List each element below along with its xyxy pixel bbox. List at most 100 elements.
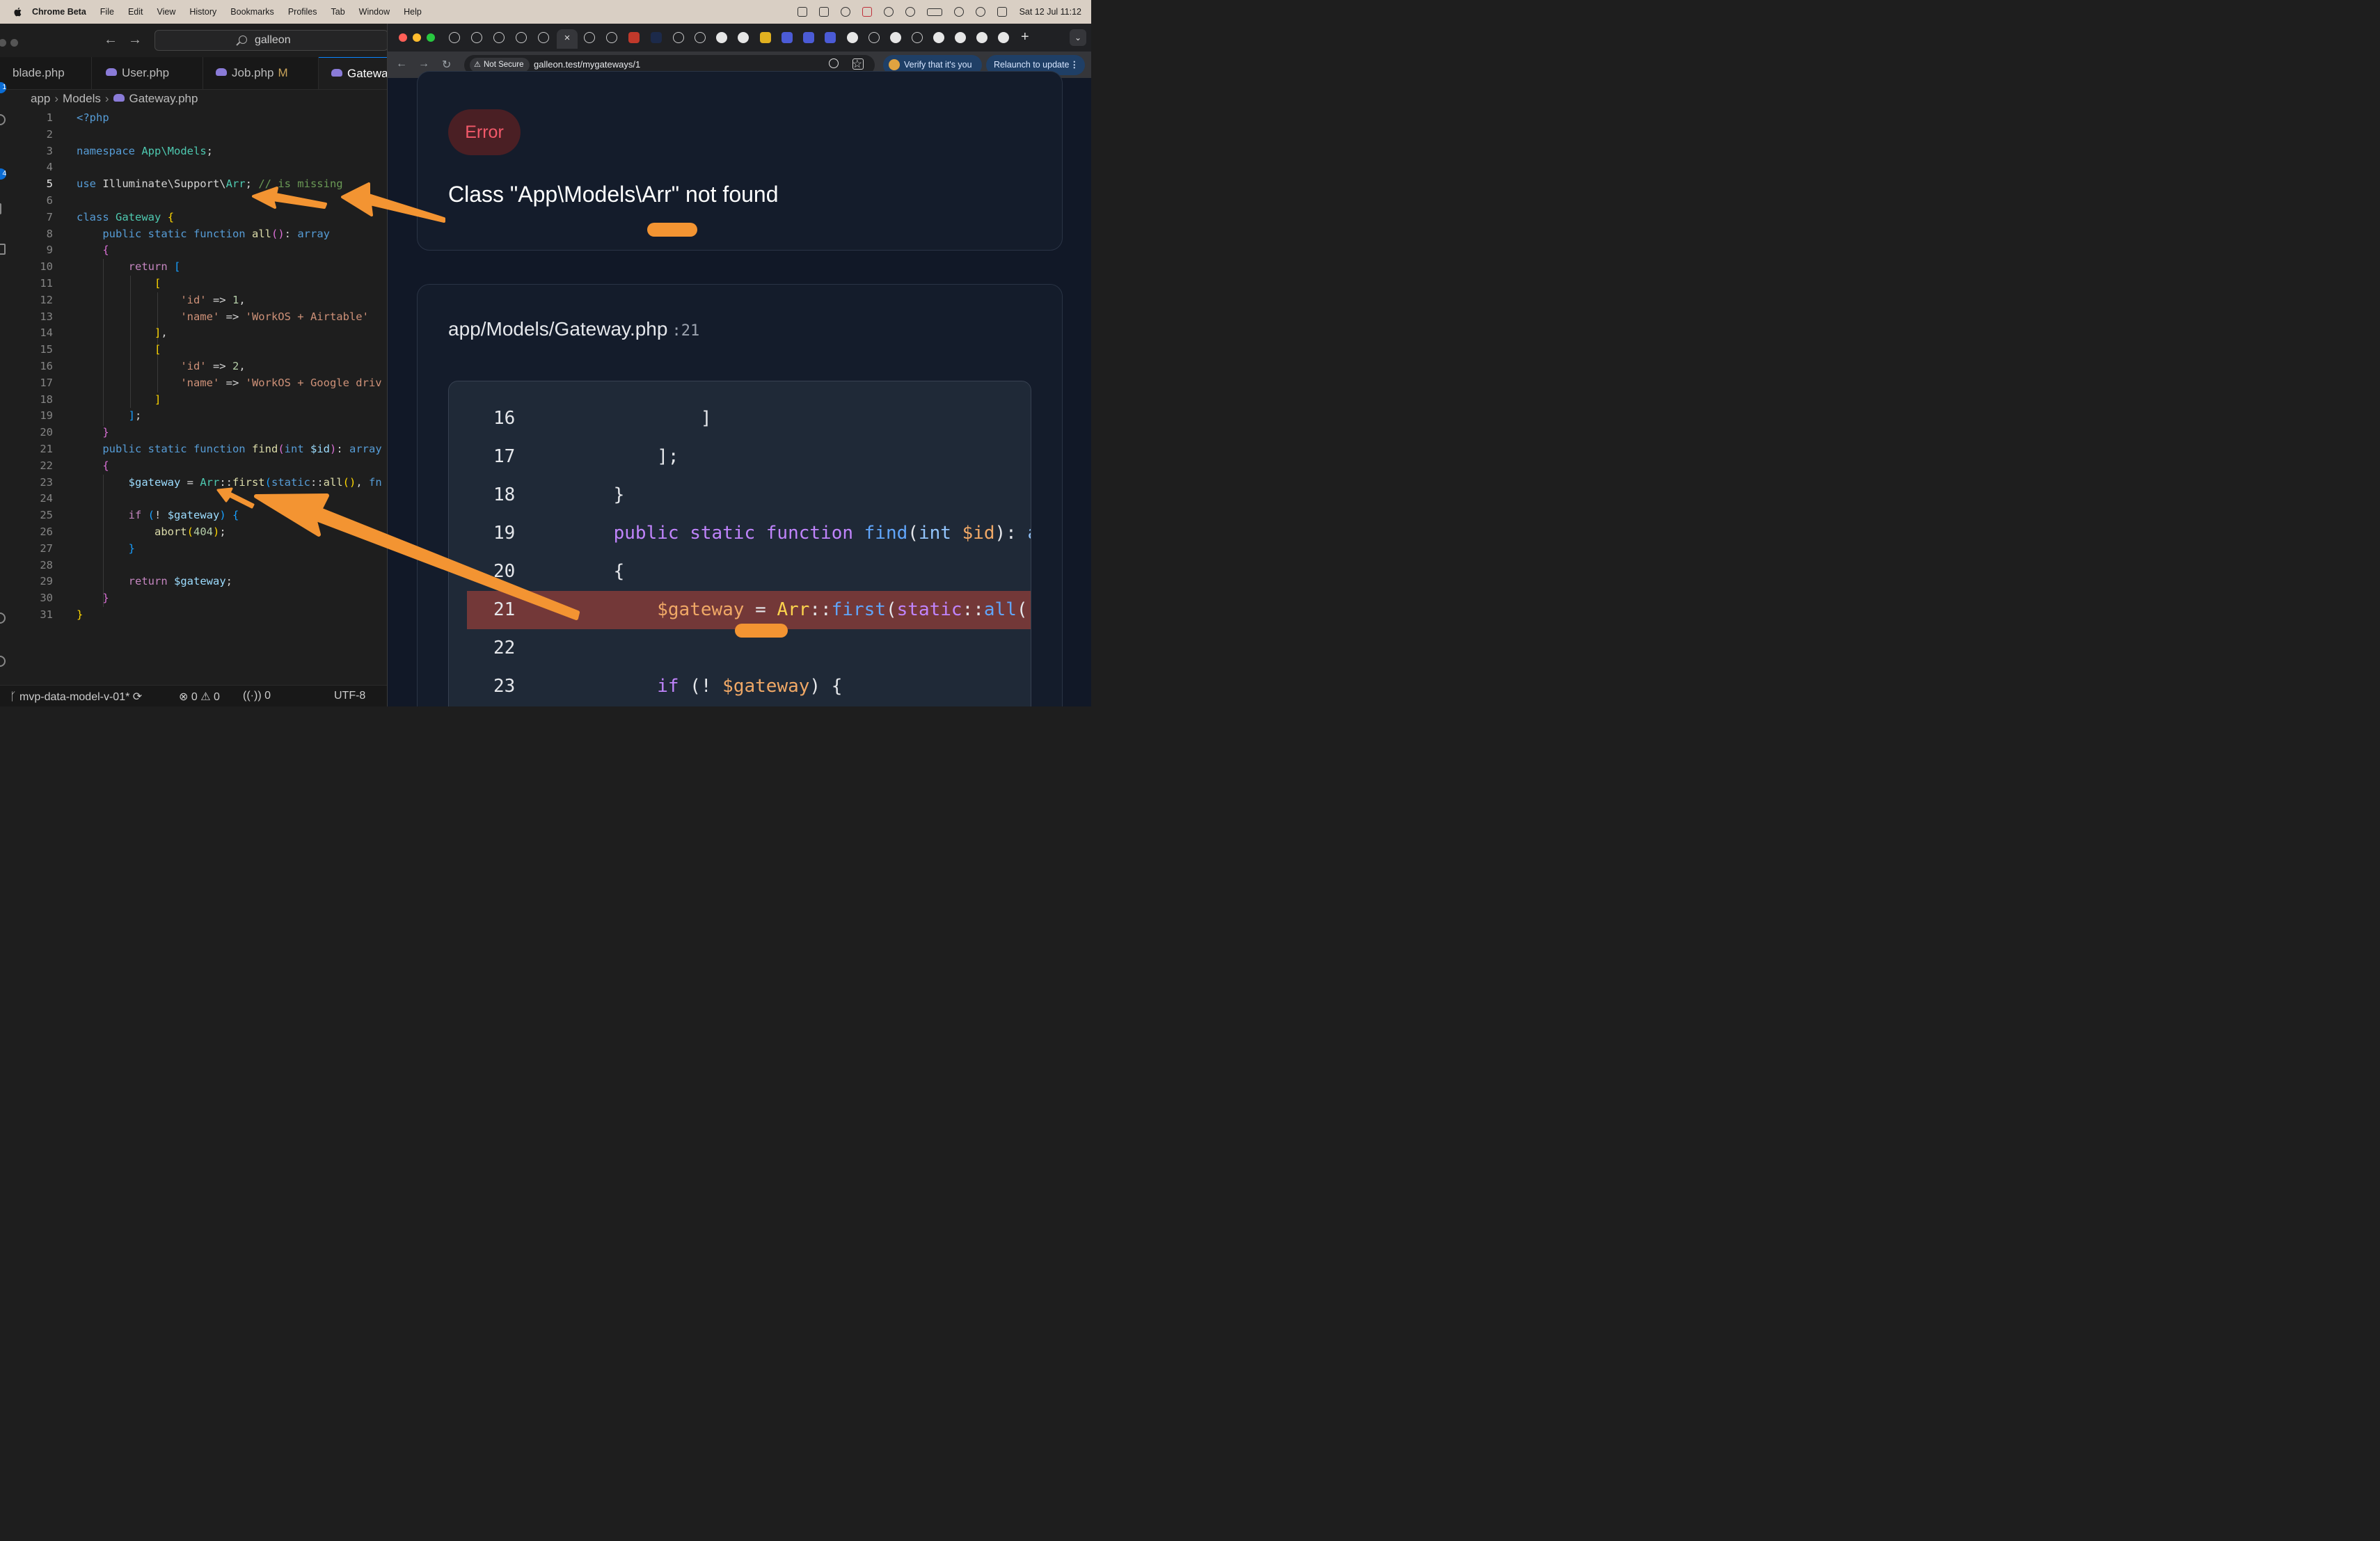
breadcrumb-models[interactable]: Models	[63, 92, 101, 105]
tab-reload-icon[interactable]	[912, 32, 923, 43]
tab-app-icon[interactable]	[782, 32, 793, 43]
problems-indicator[interactable]: ⊗ 0 ⚠ 0	[179, 690, 220, 704]
close-window-button[interactable]	[399, 33, 407, 42]
menu-bar-clock[interactable]: Sat 12 Jul 11:12	[1020, 7, 1081, 17]
snippet-line: 23 if (! $gateway) {	[467, 667, 1031, 706]
menu-tab[interactable]: Tab	[331, 7, 345, 17]
tab-reload-icon[interactable]	[868, 32, 880, 43]
code-line: 2	[0, 127, 387, 143]
snippet-line: 16 ]	[467, 400, 1031, 438]
control-center-icon[interactable]	[997, 7, 1007, 17]
code-line: 22 {	[0, 458, 387, 475]
code-line: 4	[0, 159, 387, 176]
tab-globe-icon[interactable]	[538, 32, 549, 43]
line-number: 9	[46, 244, 53, 257]
tab-github-icon[interactable]	[716, 32, 727, 43]
zoom-window-button[interactable]	[427, 33, 435, 42]
menu-bookmarks[interactable]: Bookmarks	[230, 7, 274, 17]
tab-globe-icon[interactable]	[516, 32, 527, 43]
back-arrow-icon[interactable]: ←	[396, 58, 407, 70]
frame-file-reference[interactable]: app/Models/Gateway.php:21	[448, 318, 699, 340]
menu-window[interactable]: Window	[359, 7, 390, 17]
tab-github-icon[interactable]	[738, 32, 749, 43]
breadcrumb-file[interactable]: Gateway.php	[129, 92, 198, 105]
warning-icon: ⚠	[200, 691, 211, 703]
tab-job-php[interactable]: Job.php M	[203, 57, 319, 89]
tab-laravel-icon[interactable]	[628, 32, 640, 43]
error-count: 0	[191, 691, 198, 703]
back-arrow-icon[interactable]: ←	[104, 32, 118, 48]
minimize-window-button[interactable]	[413, 33, 421, 42]
tab-globe-icon[interactable]	[695, 32, 706, 43]
tab-blade-php[interactable]: blade.php	[0, 57, 92, 89]
tab-github-icon[interactable]	[998, 32, 1009, 43]
tab-github-icon[interactable]	[933, 32, 944, 43]
line-number: 13	[40, 310, 53, 323]
search-icon	[239, 35, 247, 44]
zoom-icon[interactable]	[829, 58, 839, 68]
tab-search-dropdown[interactable]: ⌄	[1070, 29, 1086, 46]
menu-view[interactable]: View	[157, 7, 176, 17]
line-code: {	[102, 459, 109, 472]
dropbox-icon[interactable]	[797, 7, 807, 17]
tab-globe-icon[interactable]	[493, 32, 505, 43]
apple-icon[interactable]	[13, 6, 24, 17]
new-tab-button[interactable]: +	[1021, 29, 1029, 45]
active-tab-close-button[interactable]: ×	[557, 29, 578, 49]
settings-gear-icon[interactable]	[0, 656, 6, 667]
extensions-puzzle-icon[interactable]	[852, 58, 864, 70]
spotlight-search-icon[interactable]	[975, 7, 985, 17]
tab-app-icon[interactable]	[803, 32, 814, 43]
rocket-icon[interactable]	[840, 7, 850, 17]
status-bar: ᚴ mvp-data-model-v-01* ⟳ ⊗ 0 ⚠ 0 ((·)) 0…	[0, 685, 387, 706]
forward-arrow-icon[interactable]: →	[128, 32, 142, 48]
tab-app-icon[interactable]	[760, 32, 771, 43]
line-code: if (! $gateway) {	[128, 509, 239, 522]
line-code: }	[102, 426, 109, 439]
more-menu-icon[interactable]: ⋮	[1070, 55, 1079, 75]
menu-app-name[interactable]: Chrome Beta	[32, 7, 86, 17]
tray-app-icon[interactable]	[818, 7, 829, 17]
not-secure-badge[interactable]: Not Secure	[470, 58, 530, 72]
code-line: 17 'name' => 'WorkOS + Google driv	[0, 375, 387, 392]
menu-help[interactable]: Help	[404, 7, 422, 17]
recording-icon[interactable]	[862, 7, 872, 17]
ports-indicator[interactable]: ((·)) 0	[243, 690, 271, 702]
tab-globe-icon[interactable]	[449, 32, 460, 43]
encoding-indicator[interactable]: UTF-8	[334, 690, 365, 702]
vpn-icon[interactable]	[883, 7, 894, 17]
php-file-icon	[331, 69, 342, 77]
url-text[interactable]: galleon.test/mygateways/1	[534, 59, 640, 70]
breadcrumb-app[interactable]: app	[31, 92, 50, 105]
line-code: [	[154, 343, 161, 356]
screen-mirroring-icon[interactable]	[953, 7, 964, 17]
reload-icon[interactable]: ↻	[442, 58, 451, 72]
tab-globe-icon[interactable]	[673, 32, 684, 43]
tab-gateway-php[interactable]: Gateway.php	[319, 57, 387, 89]
tab-github-icon[interactable]	[955, 32, 966, 43]
php-file-icon	[106, 68, 117, 76]
battery-icon[interactable]	[926, 8, 942, 16]
line-number: 18	[40, 393, 53, 406]
tab-user-php[interactable]: User.php	[92, 57, 203, 89]
menu-edit[interactable]: Edit	[128, 7, 143, 17]
tab-app-icon[interactable]	[651, 32, 662, 43]
tab-github-icon[interactable]	[976, 32, 987, 43]
menu-history[interactable]: History	[189, 7, 216, 17]
menu-profiles[interactable]: Profiles	[288, 7, 317, 17]
tab-globe-icon[interactable]	[471, 32, 482, 43]
line-code: namespace App\Models;	[77, 144, 214, 157]
tab-globe-icon[interactable]	[606, 32, 617, 43]
code-editor[interactable]: 1 <?php 2 3 namespace App\Models; 4 5 use I…	[0, 110, 387, 624]
snippet-line-highlighted: 21 $gateway = Arr::first(static::all(),	[467, 591, 1031, 629]
play-icon[interactable]	[905, 7, 915, 17]
git-branch[interactable]: ᚴ mvp-data-model-v-01* ⟳	[10, 690, 142, 704]
tab-github-icon[interactable]	[890, 32, 901, 43]
tab-globe-icon[interactable]	[584, 32, 595, 43]
explorer-badge[interactable]: 1	[0, 82, 6, 93]
tab-github-icon[interactable]	[847, 32, 858, 43]
tab-app-icon[interactable]	[825, 32, 836, 43]
forward-arrow-icon[interactable]: →	[418, 58, 429, 70]
command-center-search[interactable]: galleon	[154, 30, 387, 51]
menu-file[interactable]: File	[100, 7, 114, 17]
